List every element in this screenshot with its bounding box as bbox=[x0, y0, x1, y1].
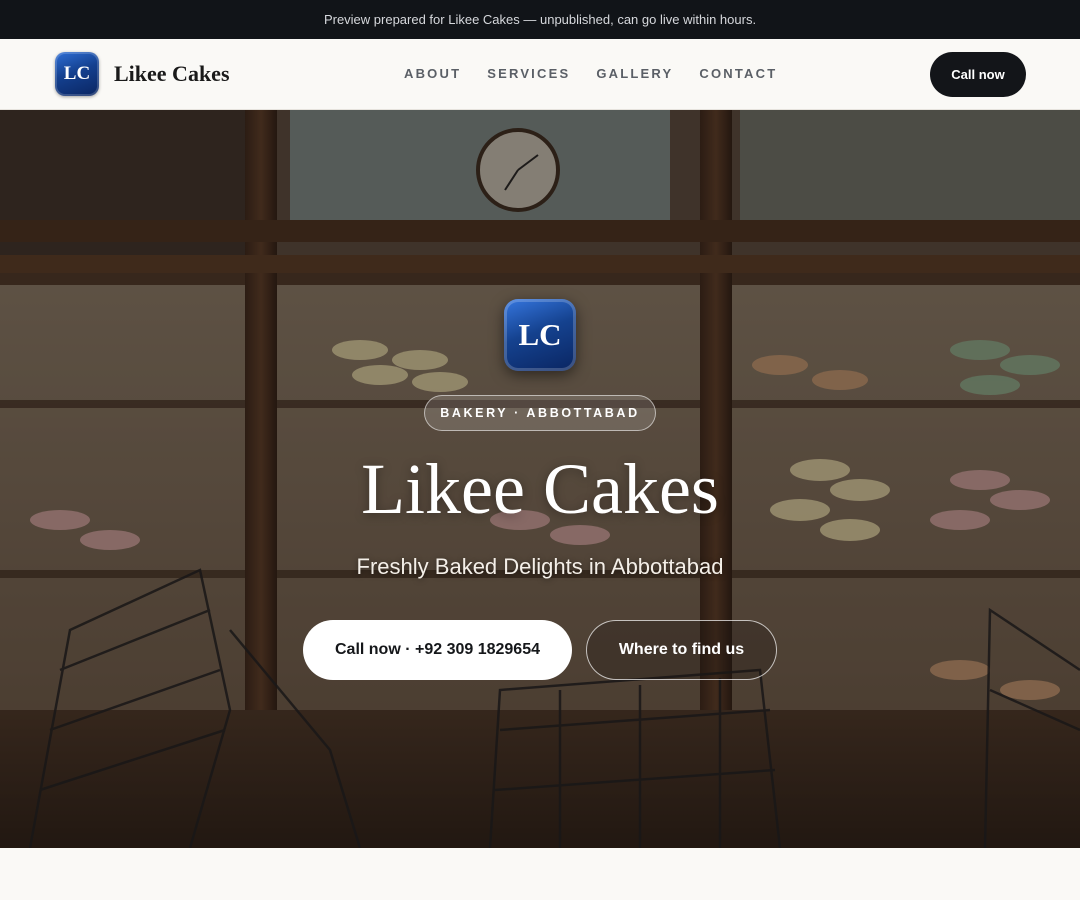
logo-initials: LC bbox=[63, 63, 91, 84]
site-header: LC Likee Cakes ABOUT SERVICES GALLERY CO… bbox=[0, 39, 1080, 110]
nav-link-gallery[interactable]: GALLERY bbox=[596, 66, 673, 81]
hero-section: LC BAKERY · ABBOTTABAD Likee Cakes Fresh… bbox=[0, 110, 1080, 848]
preview-banner-text: Preview prepared for Likee Cakes — unpub… bbox=[323, 12, 757, 27]
preview-banner: Preview prepared for Likee Cakes — unpub… bbox=[0, 0, 1080, 39]
main-nav: ABOUT SERVICES GALLERY CONTACT bbox=[404, 66, 777, 81]
header-call-button[interactable]: Call now bbox=[930, 52, 1026, 97]
nav-link-contact[interactable]: CONTACT bbox=[699, 66, 777, 81]
nav-link-services[interactable]: SERVICES bbox=[487, 66, 570, 81]
hero-logo-initials: LC bbox=[518, 317, 562, 352]
call-phone-button[interactable]: Call now · +92 309 1829654 bbox=[303, 620, 572, 680]
nav-link-about[interactable]: ABOUT bbox=[404, 66, 461, 81]
hero-subtitle: Freshly Baked Delights in Abbottabad bbox=[356, 554, 724, 579]
hero-logo-badge: LC bbox=[504, 299, 576, 371]
logo-badge: LC bbox=[55, 52, 99, 96]
find-us-button[interactable]: Where to find us bbox=[586, 620, 777, 680]
brand-name: Likee Cakes bbox=[114, 61, 230, 86]
hero-content: LC BAKERY · ABBOTTABAD Likee Cakes Fresh… bbox=[0, 110, 1080, 848]
brand-home-link[interactable]: LC Likee Cakes bbox=[55, 52, 230, 96]
category-pill: BAKERY · ABBOTTABAD bbox=[424, 395, 656, 431]
hero-title: Likee Cakes bbox=[361, 449, 719, 529]
